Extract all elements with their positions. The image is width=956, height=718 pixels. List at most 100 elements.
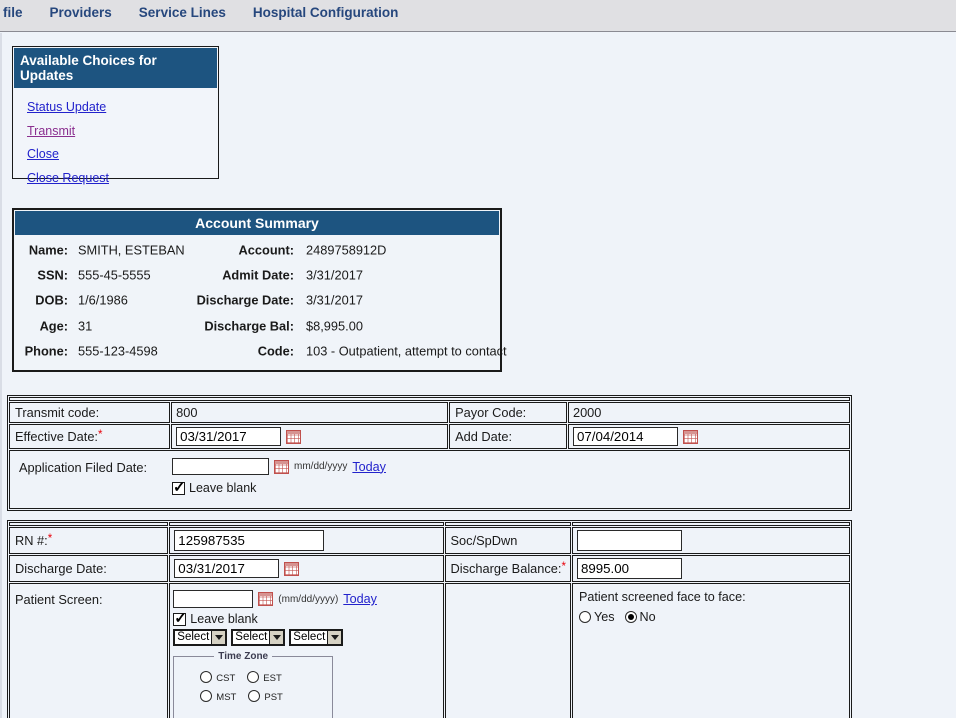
account-summary-rows: Name: SMITH, ESTEBAN Account: 2489758912…	[15, 235, 499, 364]
date-format-hint: mm/dd/yyyy	[294, 461, 347, 472]
radio-no-label: No	[637, 610, 666, 624]
field-value: 3/31/2017	[306, 293, 363, 308]
transmit-code-label: Transmit code:	[9, 402, 170, 423]
field-value: 2489758912D	[306, 242, 386, 257]
field-label: Phone:	[17, 344, 68, 359]
soc-spdwn-label: Soc/SpDwn	[445, 527, 571, 554]
chevron-down-icon	[269, 631, 283, 644]
field-label: Account:	[133, 242, 294, 257]
link-transmit[interactable]: Transmit	[27, 124, 75, 138]
account-summary-title: Account Summary	[15, 211, 499, 235]
select-value: Select	[175, 631, 211, 644]
account-row: Name: SMITH, ESTEBAN Account: 2489758912…	[15, 237, 499, 262]
select-value: Select	[233, 631, 269, 644]
calendar-icon[interactable]	[274, 460, 289, 474]
field-value: $8,995.00	[306, 318, 363, 333]
calendar-icon[interactable]	[683, 430, 698, 444]
discharge-date-label: Discharge Date:	[9, 555, 168, 582]
link-close[interactable]: Close	[27, 147, 59, 161]
payor-code-value: 2000	[568, 402, 850, 423]
patient-screen-select-1[interactable]: Select	[173, 629, 227, 646]
soc-spdwn-input[interactable]	[577, 530, 682, 551]
account-row: Age: 31 Discharge Bal: $8,995.00	[15, 313, 499, 338]
field-value: 1/6/1986	[78, 293, 128, 308]
radio-cst[interactable]	[200, 671, 212, 683]
application-filed-date-input[interactable]	[172, 458, 269, 475]
calendar-icon[interactable]	[284, 562, 299, 576]
spacer-cell	[169, 522, 443, 526]
required-asterisk: *	[561, 561, 565, 573]
calendar-icon[interactable]	[258, 592, 273, 606]
radio-pst-label: PST	[264, 689, 282, 703]
time-zone-fieldset: Time Zone CST EST MST PST	[173, 651, 333, 718]
discharge-date-input[interactable]	[174, 559, 279, 578]
field-label: Admit Date:	[133, 268, 294, 283]
radio-cst-label: CST	[216, 670, 235, 684]
select-value: Select	[291, 631, 327, 644]
account-row: DOB: 1/6/1986 Discharge Date: 3/31/2017	[15, 288, 499, 313]
radio-pst[interactable]	[248, 690, 260, 702]
radio-est-label: EST	[263, 670, 281, 684]
radio-yes[interactable]	[579, 611, 591, 623]
link-close-request[interactable]: Close Request	[27, 171, 109, 185]
rn-input[interactable]	[174, 530, 324, 551]
leave-blank-label: Leave blank	[185, 481, 256, 495]
link-status-update[interactable]: Status Update	[27, 100, 106, 114]
available-choices-list: Status Update Transmit Close Close Reque…	[14, 88, 217, 189]
available-choices-title: Available Choices for Updates	[14, 48, 217, 88]
application-filed-date-row: Application Filed Date: mm/dd/yyyy Today…	[9, 450, 850, 509]
nav-item-service-lines[interactable]: Service Lines	[139, 5, 226, 21]
radio-mst[interactable]	[200, 690, 212, 702]
spacer-row	[9, 397, 850, 401]
nav-item-hospital-configuration[interactable]: Hospital Configuration	[253, 5, 399, 21]
account-row: Phone: 555-123-4598 Code: 103 - Outpatie…	[15, 339, 499, 364]
leave-blank-checkbox[interactable]	[173, 613, 186, 626]
leave-blank-checkbox[interactable]	[172, 482, 185, 495]
rn-label: RN #:*	[9, 527, 168, 554]
date-format-hint: (mm/dd/yyyy)	[278, 594, 338, 605]
nav-item-file[interactable]: file	[3, 5, 23, 21]
add-date-input[interactable]	[573, 427, 678, 446]
patient-form-table: RN #:* Soc/SpDwn Discharge Date: Dischar…	[7, 520, 852, 718]
field-label: Age:	[17, 318, 68, 333]
required-asterisk: *	[48, 533, 52, 545]
discharge-balance-input[interactable]	[577, 558, 682, 579]
spacer-cell	[572, 522, 850, 526]
transmit-code-value: 800	[171, 402, 448, 423]
field-label: Name:	[17, 242, 68, 257]
nav-item-providers[interactable]: Providers	[50, 5, 112, 21]
radio-mst-label: MST	[216, 689, 236, 703]
today-link[interactable]: Today	[352, 460, 386, 474]
radio-no[interactable]	[625, 611, 637, 623]
patient-screen-select-3[interactable]: Select	[289, 629, 343, 646]
discharge-balance-label: Discharge Balance:*	[445, 555, 571, 582]
transmit-form-table: Transmit code: 800 Payor Code: 2000 Effe…	[7, 395, 852, 511]
patient-screen-cell: (mm/dd/yyyy) Today Leave blank Select Se…	[169, 583, 443, 718]
effective-date-input[interactable]	[176, 427, 281, 446]
patient-screen-select-2[interactable]: Select	[231, 629, 285, 646]
account-summary-panel: Account Summary Name: SMITH, ESTEBAN Acc…	[12, 208, 502, 372]
required-asterisk: *	[98, 429, 102, 441]
field-value: 31	[78, 318, 92, 333]
field-value: 103 - Outpatient, attempt to contact	[306, 344, 507, 359]
today-link[interactable]: Today	[343, 592, 377, 606]
chevron-down-icon	[211, 631, 225, 644]
field-label: SSN:	[17, 268, 68, 283]
chevron-down-icon	[327, 631, 341, 644]
patient-screen-label: Patient Screen:	[9, 583, 168, 718]
available-choices-panel: Available Choices for Updates Status Upd…	[12, 46, 219, 179]
account-row: SSN: 555-45-5555 Admit Date: 3/31/2017	[15, 262, 499, 287]
field-label: DOB:	[17, 293, 68, 308]
field-value: 3/31/2017	[306, 268, 363, 283]
face-to-face-cell: Patient screened face to face: Yes No	[572, 583, 850, 718]
empty-cell	[445, 583, 571, 718]
leave-blank-label: Leave blank	[186, 612, 257, 626]
add-date-label: Add Date:	[449, 424, 567, 449]
calendar-icon[interactable]	[286, 430, 301, 444]
top-nav: file Providers Service Lines Hospital Co…	[0, 0, 956, 32]
radio-yes-label: Yes	[591, 610, 625, 624]
patient-screen-date-input[interactable]	[173, 590, 253, 608]
spacer-cell	[445, 522, 571, 526]
radio-est[interactable]	[247, 671, 259, 683]
effective-date-label: Effective Date:*	[9, 424, 170, 449]
